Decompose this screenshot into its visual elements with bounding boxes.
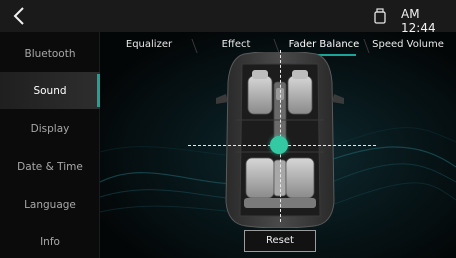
- sidebar-item-label: Info: [40, 235, 60, 248]
- usb-drive-icon: [374, 8, 386, 24]
- tab-label: Fader Balance: [288, 39, 360, 50]
- sidebar-item-label: Bluetooth: [24, 47, 76, 60]
- reset-button[interactable]: Reset: [244, 230, 316, 252]
- tab-divider: [273, 39, 280, 53]
- sidebar-item-info[interactable]: Info: [0, 223, 100, 258]
- tab-label: Speed Volume: [372, 39, 444, 50]
- fader-balance-panel: Equalizer Effect Fader Balance Speed Vol…: [100, 32, 456, 258]
- tab-divider: [363, 39, 370, 53]
- sidebar-item-bluetooth[interactable]: Bluetooth: [0, 35, 100, 72]
- sidebar-item-label: Language: [24, 198, 76, 211]
- sidebar-item-display[interactable]: Display: [0, 110, 100, 147]
- sidebar-item-sound[interactable]: Sound: [0, 72, 100, 109]
- sidebar-item-label: Sound: [33, 84, 67, 97]
- chevron-left-icon[interactable]: [10, 6, 30, 26]
- tab-speed-volume[interactable]: Speed Volume: [372, 35, 444, 55]
- fader-balance-handle[interactable]: [270, 136, 288, 154]
- tab-equalizer[interactable]: Equalizer: [118, 35, 180, 55]
- status-bar: AM 12:44: [0, 0, 456, 35]
- tab-label: Effect: [221, 39, 251, 50]
- sidebar-item-date-time[interactable]: Date & Time: [0, 148, 100, 185]
- sidebar-item-language[interactable]: Language: [0, 186, 100, 223]
- settings-sidebar: Bluetooth Sound Display Date & Time Lang…: [0, 32, 100, 258]
- tab-label: Equalizer: [125, 39, 173, 50]
- sidebar-item-label: Date & Time: [17, 160, 83, 173]
- tab-divider: [191, 39, 198, 53]
- sidebar-item-label: Display: [30, 122, 70, 135]
- clock: AM 12:44: [401, 7, 436, 35]
